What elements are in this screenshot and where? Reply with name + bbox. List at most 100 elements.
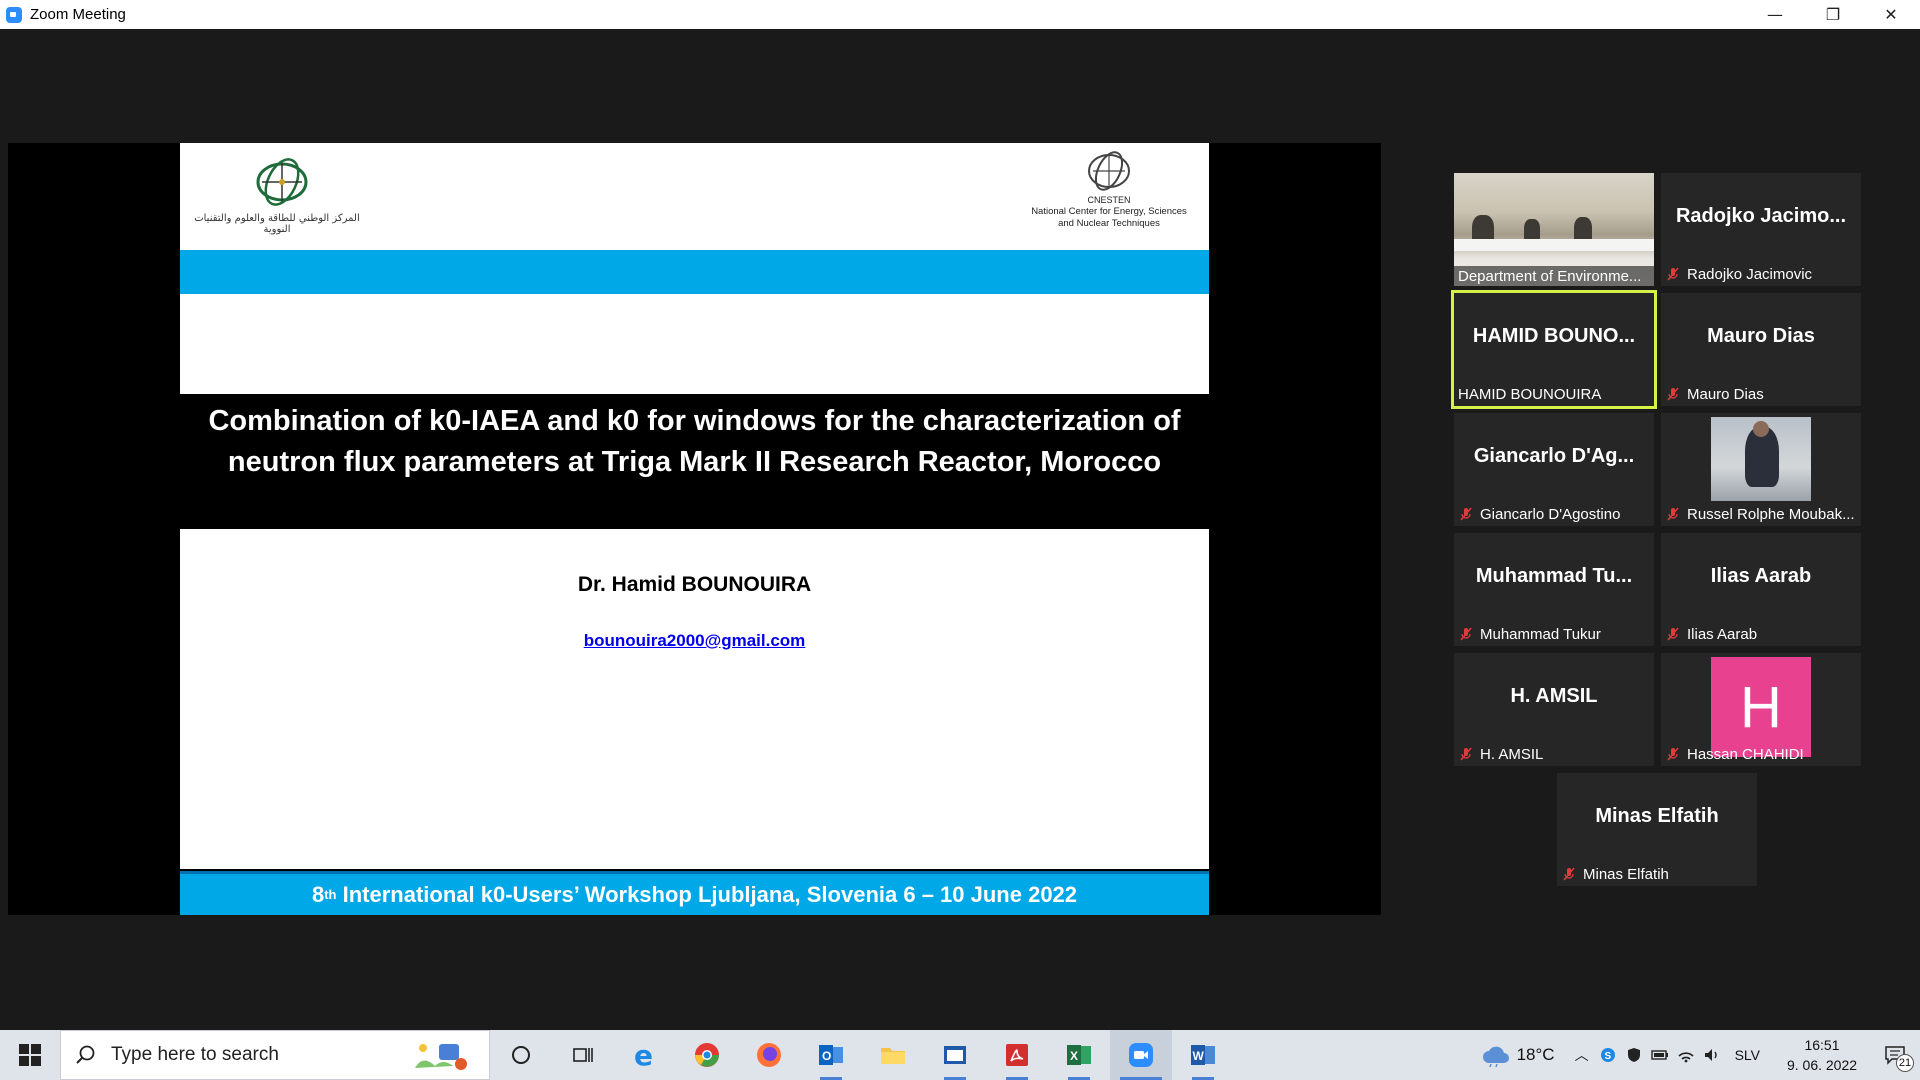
- cnesten-line2: and Nuclear Techniques: [1058, 218, 1160, 229]
- taskbar-file-explorer[interactable]: [862, 1030, 924, 1080]
- shield-icon[interactable]: [1621, 1030, 1647, 1080]
- muted-mic-icon: [1561, 866, 1577, 882]
- slide-email[interactable]: bounouira2000@gmail.com: [180, 631, 1209, 651]
- participant-tile[interactable]: Department of Environme...: [1454, 173, 1654, 286]
- zoom-icon: [1129, 1043, 1153, 1067]
- taskbar-edge[interactable]: e: [614, 1030, 676, 1080]
- participant-tile[interactable]: Giancarlo D'Ag... Giancarlo D'Agostino: [1454, 413, 1654, 526]
- participant-name: Minas Elfatih: [1561, 864, 1669, 884]
- participant-name: Russel Rolphe Moubak...: [1665, 504, 1855, 524]
- blue-band: [180, 250, 1209, 294]
- participant-tile[interactable]: H Hassan CHAHIDI: [1661, 653, 1861, 766]
- taskbar-search[interactable]: Type here to search: [60, 1030, 490, 1080]
- participant-name: Mauro Dias: [1665, 384, 1764, 404]
- participant-display-name: Mauro Dias: [1707, 325, 1815, 347]
- participant-tile-active-speaker[interactable]: HAMID BOUNO... HAMID BOUNOUIRA: [1451, 290, 1657, 409]
- cnesten-logo-icon: [1088, 151, 1130, 191]
- close-button[interactable]: ✕: [1862, 0, 1920, 29]
- participant-display-name: HAMID BOUNO...: [1472, 325, 1636, 347]
- speaker-icon[interactable]: [1699, 1030, 1725, 1080]
- search-placeholder: Type here to search: [111, 1044, 279, 1065]
- weather-cloud-icon[interactable]: [1481, 1043, 1511, 1067]
- footer-ordinal-suffix: th: [324, 887, 337, 902]
- slide-title-line1: Combination of k0-IAEA and k0 for window…: [208, 405, 1181, 437]
- participant-name: Department of Environme...: [1454, 266, 1654, 286]
- taskbar-app-window[interactable]: [924, 1030, 986, 1080]
- security-icon[interactable]: S: [1595, 1030, 1621, 1080]
- profile-photo: [1711, 417, 1811, 501]
- participant-display-name: Radojko Jacimo...: [1675, 205, 1847, 227]
- restore-button[interactable]: ❐: [1804, 0, 1862, 29]
- notifications-button[interactable]: 21: [1870, 1030, 1920, 1080]
- muted-mic-icon: [1458, 746, 1474, 762]
- cnesten-line1: National Center for Energy, Sciences: [1031, 206, 1187, 217]
- excel-icon: X: [1067, 1045, 1091, 1065]
- participant-tile[interactable]: Muhammad Tu... Muhammad Tukur: [1454, 533, 1654, 646]
- muted-mic-icon: [1458, 626, 1474, 642]
- minimize-button[interactable]: —: [1746, 0, 1804, 29]
- outlook-icon: O: [819, 1045, 843, 1065]
- participant-name: Giancarlo D'Agostino: [1458, 504, 1620, 524]
- weather-temperature[interactable]: 18°C: [1517, 1045, 1555, 1065]
- task-view-button[interactable]: [552, 1030, 614, 1080]
- svg-text:S: S: [1604, 1051, 1611, 1062]
- task-view-icon: [573, 1048, 593, 1062]
- taskbar-acrobat[interactable]: [986, 1030, 1048, 1080]
- clock[interactable]: 16:51 9. 06. 2022: [1774, 1035, 1870, 1075]
- slide-body: Dr. Hamid BOUNOUIRA bounouira2000@gmail.…: [180, 529, 1209, 869]
- slide-footer: 8th International k0-Users’ Workshop Lju…: [180, 871, 1209, 915]
- svg-text:O: O: [822, 1049, 831, 1063]
- participant-display-name: Ilias Aarab: [1710, 565, 1812, 587]
- clock-date: 9. 06. 2022: [1786, 1057, 1858, 1073]
- participant-display-name: Giancarlo D'Ag...: [1473, 445, 1635, 467]
- slide-title: Combination of k0-IAEA and k0 for window…: [180, 401, 1209, 483]
- avatar: H: [1711, 657, 1811, 757]
- participant-tile[interactable]: Minas Elfatih Minas Elfatih: [1557, 773, 1757, 886]
- input-language[interactable]: SLV: [1735, 1047, 1760, 1063]
- participant-tile[interactable]: Radojko Jacimo... Radojko Jacimovic: [1661, 173, 1861, 286]
- search-highlight-icon: [415, 1044, 467, 1070]
- battery-icon[interactable]: [1647, 1030, 1673, 1080]
- slide-header: المركز الوطني للطاقة والعلوم والتقنيات ا…: [180, 143, 1209, 394]
- muted-mic-icon: [1665, 266, 1681, 282]
- participant-name: Radojko Jacimovic: [1665, 264, 1812, 284]
- participant-name: Hassan CHAHIDI: [1665, 744, 1804, 764]
- taskbar-excel[interactable]: X: [1048, 1030, 1110, 1080]
- participant-name: HAMID BOUNOUIRA: [1458, 385, 1602, 403]
- muted-mic-icon: [1665, 746, 1681, 762]
- cortana-button[interactable]: [490, 1030, 552, 1080]
- participant-tile[interactable]: Russel Rolphe Moubak...: [1661, 413, 1861, 526]
- participant-tile[interactable]: Mauro Dias Mauro Dias: [1661, 293, 1861, 406]
- taskbar-word[interactable]: W: [1172, 1030, 1234, 1080]
- slide-author: Dr. Hamid BOUNOUIRA: [577, 573, 812, 596]
- participant-name: H. AMSIL: [1458, 744, 1543, 764]
- shared-screen[interactable]: المركز الوطني للطاقة والعلوم والتقنيات ا…: [8, 143, 1381, 915]
- cnesten-abbr: CNESTEN: [1087, 195, 1131, 205]
- muted-mic-icon: [1458, 506, 1474, 522]
- participant-tile[interactable]: H. AMSIL H. AMSIL: [1454, 653, 1654, 766]
- participant-tile[interactable]: Ilias Aarab Ilias Aarab: [1661, 533, 1861, 646]
- search-icon: [76, 1045, 95, 1064]
- cortana-icon: [512, 1046, 530, 1064]
- window-title: Zoom Meeting: [30, 6, 126, 23]
- word-icon: W: [1191, 1045, 1215, 1065]
- participant-display-name: Minas Elfatih: [1595, 805, 1719, 827]
- logo-left: المركز الوطني للطاقة والعلوم والتقنيات ا…: [192, 153, 362, 238]
- taskbar: Type here to search e O X W 18°C ︿ S SLV…: [0, 1030, 1920, 1080]
- start-button[interactable]: [0, 1030, 60, 1080]
- taskbar-firefox[interactable]: [738, 1030, 800, 1080]
- chevron-up-icon[interactable]: ︿: [1569, 1030, 1595, 1080]
- windows-logo-icon: [19, 1044, 41, 1066]
- slide-title-line2: neutron flux parameters at Triga Mark II…: [227, 446, 1162, 478]
- notification-count: 21: [1896, 1054, 1914, 1072]
- logo-left-caption: المركز الوطني للطاقة والعلوم والتقنيات ا…: [194, 213, 360, 235]
- participant-name: Muhammad Tukur: [1458, 624, 1601, 644]
- meeting-area: المركز الوطني للطاقة والعلوم والتقنيات ا…: [0, 29, 1920, 1030]
- wifi-icon[interactable]: [1673, 1030, 1699, 1080]
- taskbar-zoom[interactable]: [1110, 1030, 1172, 1080]
- window-controls: — ❐ ✕: [1746, 0, 1920, 29]
- taskbar-chrome[interactable]: [676, 1030, 738, 1080]
- taskbar-outlook[interactable]: O: [800, 1030, 862, 1080]
- participant-name: Ilias Aarab: [1665, 624, 1757, 644]
- system-tray: 18°C ︿ S SLV 16:51 9. 06. 2022 21: [1481, 1030, 1920, 1080]
